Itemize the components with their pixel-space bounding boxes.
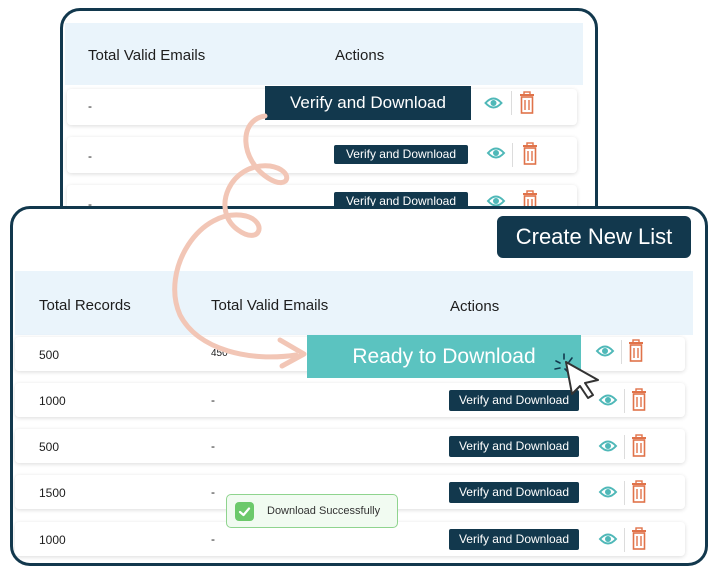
trash-icon[interactable]: [522, 142, 538, 170]
download-success-toast: Download Successfully: [226, 494, 398, 528]
create-new-list-button[interactable]: Create New List: [497, 216, 691, 258]
valid-emails-cell: -: [211, 439, 215, 453]
records-cell: 500: [39, 348, 60, 362]
eye-icon[interactable]: [598, 485, 618, 504]
table-row: 500 - Verify and Download: [15, 429, 685, 463]
ready-to-download-button[interactable]: Ready to Download: [307, 335, 581, 378]
trash-icon[interactable]: [628, 339, 644, 367]
header-total-records: Total Records: [39, 297, 131, 314]
records-cell: 1000: [39, 533, 66, 547]
eye-icon[interactable]: [486, 146, 506, 165]
trash-icon[interactable]: [631, 527, 647, 555]
valid-emails-cell: -: [211, 485, 215, 499]
header-actions: Actions: [335, 47, 385, 64]
verify-download-button[interactable]: Verify and Download: [449, 436, 579, 457]
valid-emails-cell: -: [211, 393, 215, 407]
records-cell: 1500: [39, 486, 66, 500]
valid-emails-cell: -: [211, 532, 215, 546]
cursor-icon: [552, 352, 612, 407]
trash-icon[interactable]: [631, 434, 647, 462]
trash-icon[interactable]: [519, 91, 535, 119]
valid-emails-cell: -: [88, 149, 92, 163]
eye-icon[interactable]: [598, 439, 618, 458]
valid-emails-cell: -: [88, 99, 92, 113]
records-cell: 1000: [39, 394, 66, 408]
records-cell: 500: [39, 440, 60, 454]
trash-icon[interactable]: [631, 480, 647, 508]
header-actions: Actions: [450, 298, 500, 315]
toast-message: Download Successfully: [267, 505, 381, 517]
header-valid-emails: Total Valid Emails: [88, 47, 206, 64]
table-row: - Verify and Download: [67, 137, 577, 173]
curly-arrow-icon: [172, 113, 307, 369]
eye-icon[interactable]: [598, 532, 618, 551]
verify-download-button[interactable]: Verify and Download: [334, 145, 468, 164]
back-table-header: Total Valid Emails Actions: [65, 23, 583, 85]
trash-icon[interactable]: [631, 388, 647, 416]
eye-icon[interactable]: [484, 96, 503, 115]
verify-download-button[interactable]: Verify and Download: [449, 482, 579, 503]
verify-download-button[interactable]: Verify and Download: [449, 529, 579, 550]
front-table-header: Total Records Total Valid Emails Actions: [15, 271, 693, 335]
check-icon: [235, 502, 254, 526]
